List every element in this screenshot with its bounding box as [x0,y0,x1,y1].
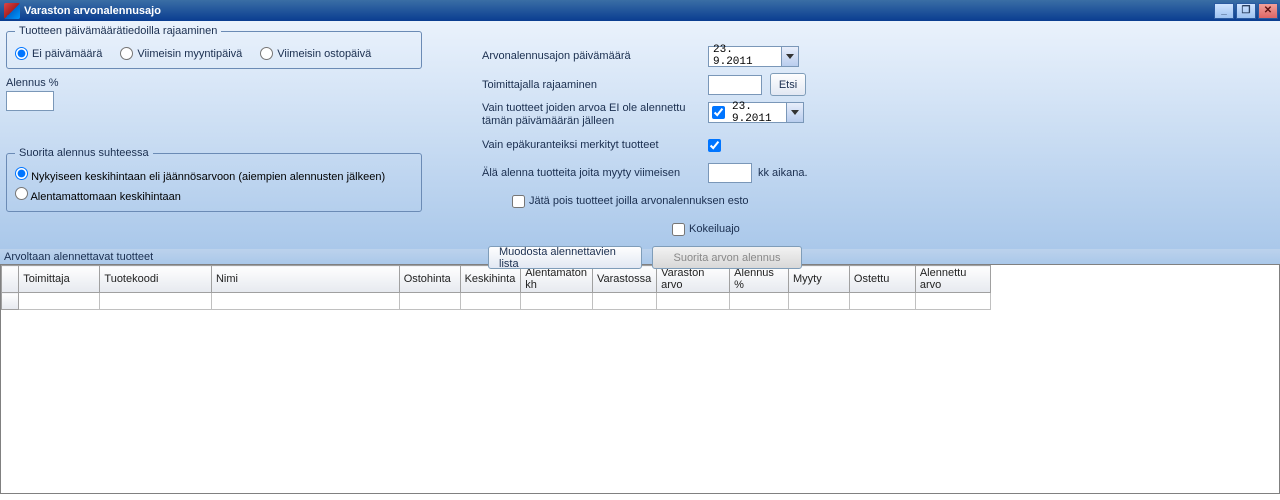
col-nimi[interactable]: Nimi [211,266,399,293]
col-alennettu-arvo[interactable]: Alennettu arvo [915,266,990,293]
radio-last-purchase-input[interactable] [260,47,273,60]
not-reduced-since-picker[interactable]: 23. 9.2011 [708,102,804,123]
basis-legend: Suorita alennus suhteessa [15,147,153,159]
radio-basis-current-input[interactable] [15,167,28,180]
cell[interactable] [399,293,460,310]
radio-basis-current-label: Nykyiseen keskihintaan eli jäännösarvoon… [31,171,385,183]
not-reduced-since-label: Vain tuotteet joiden arvoa EI ole alenne… [482,102,708,128]
radio-last-sale-input[interactable] [120,47,133,60]
radio-last-sale[interactable]: Viimeisin myyntipäivä [120,47,242,60]
col-alennus-[interactable]: Alennus % [730,266,789,293]
chevron-down-icon[interactable] [786,103,803,122]
title-bar: Varaston arvonalennusajo _ ❐ ✕ [0,0,1280,21]
form-panel: Tuotteen päivämäärätiedoilla rajaaminen … [0,21,1280,249]
radio-basis-original[interactable]: Alentamattomaan keskihintaan [15,187,413,203]
run-date-label: Arvonalennusajon päivämäärä [482,50,708,62]
minimize-button[interactable]: _ [1214,3,1234,19]
col-alentamaton-kh[interactable]: Alentamaton kh [521,266,593,293]
cell[interactable] [521,293,593,310]
radio-last-purchase[interactable]: Viimeisin ostopäivä [260,47,371,60]
close-button[interactable]: ✕ [1258,3,1278,19]
cell[interactable] [100,293,212,310]
cell[interactable] [211,293,399,310]
col-myyty[interactable]: Myyty [789,266,850,293]
radio-basis-current[interactable]: Nykyiseen keskihintaan eli jäännösarvoon… [15,167,413,183]
date-filter-group: Tuotteen päivämäärätiedoilla rajaaminen … [6,25,422,69]
test-run-checkbox[interactable] [672,223,685,236]
supplier-input[interactable] [708,75,762,95]
cell[interactable] [460,293,521,310]
supplier-label: Toimittajalla rajaaminen [482,79,708,91]
test-run-label: Kokeiluajo [689,223,740,235]
col-toimittaja[interactable]: Toimittaja [19,266,100,293]
radio-basis-original-label: Alentamattomaan keskihintaan [30,191,180,203]
col-ostohinta[interactable]: Ostohinta [399,266,460,293]
radio-last-purchase-label: Viimeisin ostopäivä [277,48,371,60]
window-title: Varaston arvonalennusajo [24,5,1214,17]
build-list-button[interactable]: Muodosta alennettavien lista [488,246,642,269]
basis-group: Suorita alennus suhteessa Nykyiseen kesk… [6,147,422,212]
not-reduced-since-value: 23. 9.2011 [728,101,786,125]
col-varaston-arvo[interactable]: Varaston arvo [657,266,730,293]
cell[interactable] [657,293,730,310]
col-varastossa[interactable]: Varastossa [592,266,656,293]
right-options: Arvonalennusajon päivämäärä 23. 9.2011 T… [482,45,882,269]
date-filter-legend: Tuotteen päivämäärätiedoilla rajaaminen [15,25,221,37]
exclude-blocked[interactable]: Jätä pois tuotteet joilla arvonalennukse… [512,195,749,208]
exclude-blocked-checkbox[interactable] [512,195,525,208]
col-tuotekoodi[interactable]: Tuotekoodi [100,266,212,293]
radio-no-date-label: Ei päivämäärä [32,48,102,60]
radio-no-date-input[interactable] [15,47,28,60]
radio-basis-original-input[interactable] [15,187,28,200]
not-reduced-since-checkbox[interactable] [712,106,725,119]
test-run[interactable]: Kokeiluajo [672,223,740,236]
no-sale-label-pre: Älä alenna tuotteita joita myyty viimeis… [482,167,708,179]
cell[interactable] [849,293,915,310]
cell[interactable] [592,293,656,310]
run-date-picker[interactable]: 23. 9.2011 [708,46,799,67]
run-reduction-button[interactable]: Suorita arvon alennus [652,246,802,269]
col-keskihinta[interactable]: Keskihinta [460,266,521,293]
products-grid[interactable]: ToimittajaTuotekoodiNimiOstohintaKeskihi… [0,264,1280,494]
exclude-blocked-label: Jätä pois tuotteet joilla arvonalennukse… [529,195,749,207]
cell[interactable] [915,293,990,310]
chevron-down-icon[interactable] [781,47,798,66]
no-sale-months-input[interactable] [708,163,752,183]
radio-last-sale-label: Viimeisin myyntipäivä [137,48,242,60]
obsolete-checkbox[interactable] [708,139,721,152]
col-ostettu[interactable]: Ostettu [849,266,915,293]
app-icon [4,3,20,19]
cell[interactable] [19,293,100,310]
run-date-value: 23. 9.2011 [709,44,781,68]
discount-input[interactable] [6,91,54,111]
obsolete-label: Vain epäkuranteiksi merkityt tuotteet [482,139,708,151]
search-button[interactable]: Etsi [770,73,806,96]
cell[interactable] [789,293,850,310]
no-sale-label-post: kk aikana. [758,167,808,179]
maximize-button[interactable]: ❐ [1236,3,1256,19]
radio-no-date[interactable]: Ei päivämäärä [15,47,102,60]
cell[interactable] [730,293,789,310]
